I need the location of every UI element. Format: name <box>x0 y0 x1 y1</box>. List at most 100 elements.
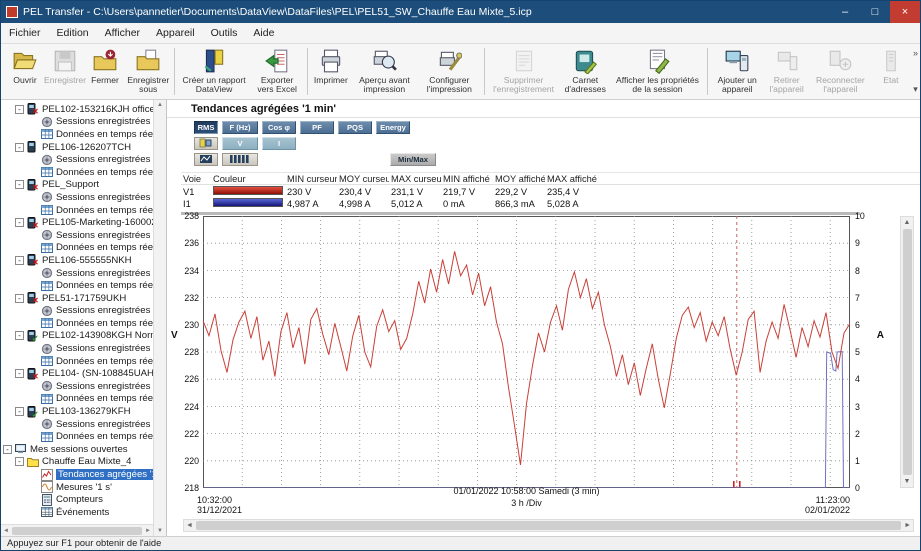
tree-item-realtime[interactable]: Données en temps réel <box>1 128 153 141</box>
tree-item-realtime[interactable]: Données en temps réel <box>1 317 153 330</box>
tree-expand-icon[interactable]: - <box>15 369 24 378</box>
scroll-thumb[interactable] <box>196 521 901 530</box>
svg-text:×: × <box>33 107 39 116</box>
scroll-thumb[interactable] <box>12 527 142 535</box>
maximize-button[interactable]: □ <box>860 1 890 23</box>
tree-item-realtime[interactable]: Données en temps réel <box>1 279 153 292</box>
chevron-down-icon[interactable]: ▾ <box>913 84 918 95</box>
tree-expand-icon[interactable]: - <box>15 331 24 340</box>
measure-button-v[interactable]: V <box>222 137 258 150</box>
toolbar-button-session-properties[interactable]: Afficher les propriétés de la session <box>611 46 705 97</box>
toolbar-button-add-device[interactable]: Ajouter un appareil <box>711 46 764 97</box>
scroll-left-icon[interactable]: ◄ <box>3 528 9 534</box>
toolbar-button-close-folder[interactable]: Fermer <box>85 46 125 97</box>
toolbar-button-dataview-report[interactable]: Créer un rapport DataView <box>178 46 250 97</box>
chevron-right-icon[interactable]: » <box>913 48 918 58</box>
tree-expand-icon[interactable]: - <box>15 457 24 466</box>
tree-device-PEL_Support[interactable]: -×PEL_Support <box>1 179 153 192</box>
scroll-down-icon[interactable]: ▼ <box>157 528 163 534</box>
measure-button-pf[interactable]: PF <box>300 121 334 134</box>
measure-button-i[interactable]: I <box>262 137 296 150</box>
tree-item-sessions[interactable]: Sessions enregistrées <box>1 267 153 280</box>
toolbar-button-save-as-folder[interactable]: Enregistrer sous <box>125 46 171 97</box>
tree-item-realtime[interactable]: Données en temps réel <box>1 430 153 443</box>
measure-button-pqs[interactable]: PQS <box>338 121 372 134</box>
scroll-up-icon[interactable]: ▲ <box>904 219 911 226</box>
measure-button-f-hz-[interactable]: F (Hz) <box>222 121 258 134</box>
tree-expand-icon[interactable]: - <box>15 407 24 416</box>
tree-session-item-events[interactable]: Événements <box>1 506 153 519</box>
chart-vscrollbar[interactable]: ▲ ▼ <box>900 216 914 488</box>
scroll-right-icon[interactable]: ► <box>145 528 151 534</box>
scroll-right-icon[interactable]: ► <box>904 522 911 529</box>
tree-item-sessions[interactable]: Sessions enregistrées <box>1 191 153 204</box>
tree-device-PEL102-143908KGH Normand[interactable]: -✓PEL102-143908KGH Normand <box>1 330 153 343</box>
minmax-button[interactable]: Min/Max <box>390 153 436 166</box>
toolbar-button-print-preview[interactable]: Aperçu avant impression <box>351 46 418 97</box>
toolbar-button-address-book[interactable]: Carnet d'adresses <box>560 46 611 97</box>
scroll-left-icon[interactable]: ◄ <box>186 522 193 529</box>
toolbar-button-print-config[interactable]: Configurer l'impression <box>418 46 481 97</box>
close-button[interactable]: × <box>890 1 920 23</box>
toolbar-button-open-folder[interactable]: Ouvrir <box>5 46 45 97</box>
chart-zone: V A 238236234232230228226224222220218 10… <box>167 212 920 485</box>
menu-item-afficher[interactable]: Afficher <box>97 24 148 42</box>
tree-expand-icon[interactable]: - <box>15 143 24 152</box>
tree-expand-icon[interactable]: - <box>15 256 24 265</box>
tree-expand-icon[interactable]: - <box>15 294 24 303</box>
tree-item-sessions[interactable]: Sessions enregistrées <box>1 229 153 242</box>
tree-item-sessions[interactable]: Sessions enregistrées <box>1 342 153 355</box>
tree-item-realtime[interactable]: Données en temps réel <box>1 204 153 217</box>
measure-button-rms[interactable]: RMS <box>194 121 218 134</box>
tree-item-realtime[interactable]: Données en temps réel <box>1 355 153 368</box>
menu-item-outils[interactable]: Outils <box>203 24 246 42</box>
measure-button-energy[interactable]: Energy <box>376 121 410 134</box>
measure-button-bars-mini[interactable] <box>222 153 258 166</box>
stats-header-4: MAX curseur <box>389 174 441 184</box>
tree-session-item-trend[interactable]: Tendances agrégées '1 m <box>1 468 153 481</box>
tree-session-folder[interactable]: -Chauffe Eau Mixte_4 <box>1 456 153 469</box>
plot-area[interactable] <box>203 216 850 488</box>
tree-item-sessions[interactable]: Sessions enregistrées <box>1 305 153 318</box>
tree-expand-icon[interactable]: - <box>15 105 24 114</box>
minimize-button[interactable]: – <box>830 1 860 23</box>
toolbar-button-printer[interactable]: Imprimer <box>311 46 351 97</box>
measure-button-phase-mini[interactable] <box>194 137 218 150</box>
tree-expand-icon[interactable]: - <box>15 218 24 227</box>
menu-item-appareil[interactable]: Appareil <box>148 24 203 42</box>
tree-item-realtime[interactable]: Données en temps réel <box>1 242 153 255</box>
tree-device-PEL105-Marketing-160002NG[interactable]: -×PEL105-Marketing-160002NG <box>1 216 153 229</box>
scroll-thumb[interactable] <box>903 229 912 475</box>
tree-item-realtime[interactable]: Données en temps réel <box>1 393 153 406</box>
tree-item-sessions[interactable]: Sessions enregistrées <box>1 153 153 166</box>
tree-device-PEL103-136279KFH[interactable]: -✓PEL103-136279KFH <box>1 405 153 418</box>
tree-session-item-measure[interactable]: Mesures '1 s' <box>1 481 153 494</box>
toolbar-button-label: Etat <box>883 76 898 85</box>
measure-button-style-mini[interactable] <box>194 153 218 166</box>
tree-device-PEL106-126207TCH[interactable]: -PEL106-126207TCH <box>1 141 153 154</box>
sidebar-vscrollbar[interactable]: ▲ ▼ <box>153 100 166 536</box>
chart-hscrollbar[interactable]: ◄ ► <box>183 519 914 532</box>
menu-item-fichier[interactable]: Fichier <box>1 24 49 42</box>
tree-item-sessions[interactable]: Sessions enregistrées <box>1 116 153 129</box>
tree-session-item-counter[interactable]: Compteurs <box>1 493 153 506</box>
tree-device-PEL104- (SN-108845UAH)[interactable]: -×PEL104- (SN-108845UAH) <box>1 367 153 380</box>
tree-expand-icon[interactable]: - <box>3 445 12 454</box>
tree-device-PEL106-555555NKH[interactable]: -×PEL106-555555NKH <box>1 254 153 267</box>
tree-open-sessions-root[interactable]: -Mes sessions ouvertes <box>1 443 153 456</box>
menu-item-aide[interactable]: Aide <box>245 24 282 42</box>
tree-item-sessions[interactable]: Sessions enregistrées <box>1 418 153 431</box>
stats-header-5: MIN affiché <box>441 174 493 184</box>
tree-device-PEL51-171759UKH[interactable]: -×PEL51-171759UKH <box>1 292 153 305</box>
toolbar-overflow[interactable]: »▾ <box>911 46 920 97</box>
tree-item-label: Sessions enregistrées <box>56 305 150 316</box>
measure-button-cos-[interactable]: Cos φ <box>262 121 296 134</box>
sidebar-hscrollbar[interactable]: ◄ ► <box>1 524 153 536</box>
tree-item-realtime[interactable]: Données en temps réel <box>1 166 153 179</box>
toolbar-button-excel-export[interactable]: Exporter vers Excel <box>250 46 304 97</box>
tree-device-PEL102-153216KJH office[interactable]: -×PEL102-153216KJH office <box>1 103 153 116</box>
scroll-up-icon[interactable]: ▲ <box>157 102 163 108</box>
tree-item-sessions[interactable]: Sessions enregistrées <box>1 380 153 393</box>
tree-expand-icon[interactable]: - <box>15 180 24 189</box>
menu-item-edition[interactable]: Edition <box>49 24 97 42</box>
